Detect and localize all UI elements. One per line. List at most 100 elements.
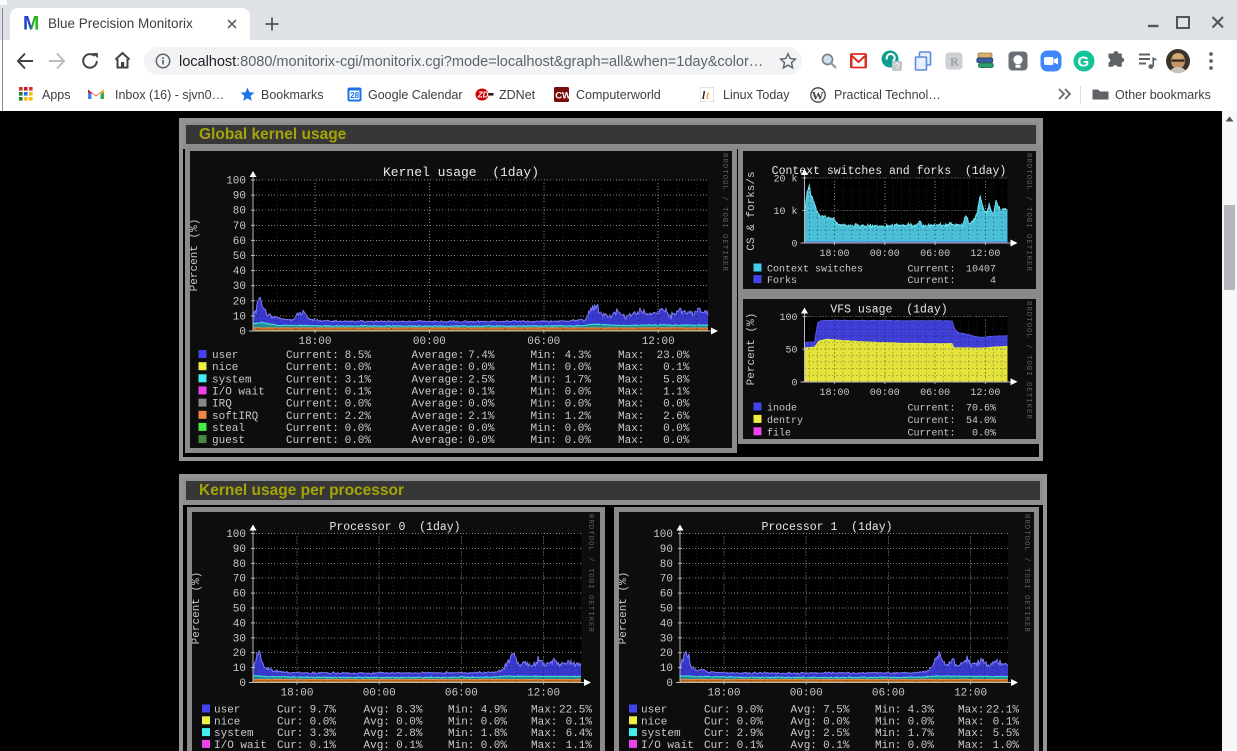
svg-text:M: M [23, 15, 39, 32]
svg-text:3.3%: 3.3% [310, 728, 337, 740]
svg-text:Min:: Min: [531, 350, 557, 362]
svg-text:00:00: 00:00 [790, 688, 823, 700]
svg-text:nice: nice [641, 716, 667, 728]
svg-text:0.0%: 0.0% [565, 423, 592, 435]
svg-text:Current:: Current: [286, 386, 339, 398]
svg-text:1.8%: 1.8% [481, 728, 508, 740]
svg-text:50: 50 [785, 346, 797, 357]
svg-text:Cur:: Cur: [704, 705, 730, 717]
svg-text:0: 0 [239, 327, 246, 339]
svg-text:00:00: 00:00 [870, 388, 900, 399]
svg-text:Cur:: Cur: [277, 716, 303, 728]
svg-text:9.7%: 9.7% [310, 705, 337, 717]
svg-text:0.0%: 0.0% [468, 423, 495, 435]
svg-text:00:00: 00:00 [363, 688, 396, 700]
svg-text:Current:: Current: [908, 428, 956, 438]
svg-text:10 k: 10 k [773, 206, 797, 218]
svg-text:50: 50 [233, 604, 246, 616]
svg-text:70: 70 [660, 574, 673, 586]
svg-text:Avg:: Avg: [364, 716, 390, 728]
svg-text:Max:: Max: [958, 740, 984, 751]
svg-text:70.6%: 70.6% [966, 404, 996, 415]
svg-text:Current:: Current: [286, 411, 339, 423]
svg-text:0.0%: 0.0% [481, 716, 508, 728]
svg-text:Percent (%): Percent (%) [746, 313, 758, 386]
svg-text:22.5%: 22.5% [559, 705, 592, 717]
svg-text:Min:: Min: [531, 411, 557, 423]
svg-text:Min:: Min: [875, 728, 901, 740]
svg-text:Max:: Max: [531, 740, 557, 751]
svg-text:inode: inode [767, 403, 797, 415]
svg-text:RRDTOOL / TOBI OETIKER: RRDTOOL / TOBI OETIKER [720, 153, 728, 272]
svg-text:Avg:: Avg: [791, 728, 817, 740]
svg-text:Cur:: Cur: [277, 705, 303, 717]
svg-text:Current:: Current: [908, 404, 956, 415]
svg-text:10: 10 [233, 311, 246, 323]
svg-text:2.8%: 2.8% [396, 728, 423, 740]
svg-text:54.0%: 54.0% [966, 416, 996, 427]
svg-text:Min:: Min: [531, 386, 557, 398]
svg-text:7.4%: 7.4% [468, 350, 495, 362]
svg-text:Avg:: Avg: [364, 728, 390, 740]
svg-text:Min:: Min: [448, 728, 474, 740]
svg-text:G: G [1078, 54, 1090, 71]
svg-text:60: 60 [233, 236, 246, 248]
svg-text:Average:: Average: [412, 374, 465, 386]
svg-text:0.1%: 0.1% [993, 716, 1020, 728]
svg-text:60: 60 [660, 589, 673, 601]
svg-text:Average:: Average: [412, 411, 465, 423]
svg-text:user: user [214, 705, 240, 717]
svg-text:20: 20 [233, 648, 246, 660]
svg-text:Average:: Average: [412, 350, 465, 362]
svg-text:0.1%: 0.1% [566, 716, 593, 728]
svg-text:7.5%: 7.5% [823, 705, 850, 717]
svg-text:12:00: 12:00 [954, 688, 987, 700]
svg-text:Percent (%): Percent (%) [619, 572, 630, 645]
svg-text:system: system [641, 728, 681, 740]
svg-text:0: 0 [666, 678, 673, 690]
svg-text:20: 20 [660, 648, 673, 660]
svg-text:8.3%: 8.3% [396, 705, 423, 717]
svg-text:Average:: Average: [412, 386, 465, 398]
svg-text:Current:: Current: [286, 362, 339, 374]
svg-text:100: 100 [653, 529, 673, 541]
svg-text:Avg:: Avg: [791, 705, 817, 717]
svg-text:90: 90 [233, 544, 246, 556]
svg-text:0.1%: 0.1% [345, 386, 372, 398]
svg-text:0.0%: 0.0% [481, 740, 508, 751]
svg-text:0.0%: 0.0% [972, 428, 996, 438]
svg-text:nice: nice [212, 362, 238, 374]
svg-text:Kernel usage (1day): Kernel usage (1day) [383, 165, 539, 180]
svg-text:00:00: 00:00 [413, 336, 446, 348]
svg-text:5.8%: 5.8% [663, 374, 690, 386]
svg-text:12:00: 12:00 [527, 688, 560, 700]
svg-text:Cur:: Cur: [704, 728, 730, 740]
svg-text:70: 70 [233, 221, 246, 233]
svg-text:Max:: Max: [618, 399, 644, 411]
svg-text:50: 50 [660, 604, 673, 616]
svg-text:06:00: 06:00 [920, 388, 950, 399]
svg-text:file: file [767, 427, 791, 438]
svg-text:0.0%: 0.0% [565, 399, 592, 411]
svg-text:R: R [950, 55, 959, 69]
svg-text:RRDTOOL / TOBI OETIKER: RRDTOOL / TOBI OETIKER [1022, 514, 1030, 633]
svg-text:Current:: Current: [908, 265, 956, 276]
svg-text:CW: CW [555, 91, 569, 102]
svg-text:I/O wait: I/O wait [214, 740, 267, 751]
svg-text:0.0%: 0.0% [468, 435, 495, 447]
svg-text:0.0%: 0.0% [565, 362, 592, 374]
svg-text:dentry: dentry [767, 415, 803, 427]
svg-text:5.5%: 5.5% [993, 728, 1020, 740]
svg-text:2.5%: 2.5% [468, 374, 495, 386]
svg-text:0.0%: 0.0% [565, 386, 592, 398]
svg-text:90: 90 [660, 544, 673, 556]
svg-text:12:00: 12:00 [970, 249, 1000, 260]
svg-text:1.7%: 1.7% [908, 728, 935, 740]
svg-text:2.9%: 2.9% [737, 728, 764, 740]
svg-text:18:00: 18:00 [707, 688, 740, 700]
svg-text:06:00: 06:00 [527, 336, 560, 348]
svg-text:Forks: Forks [767, 275, 797, 287]
svg-text:Average:: Average: [412, 423, 465, 435]
svg-text:system: system [212, 374, 252, 386]
svg-text:0.1%: 0.1% [310, 740, 337, 751]
